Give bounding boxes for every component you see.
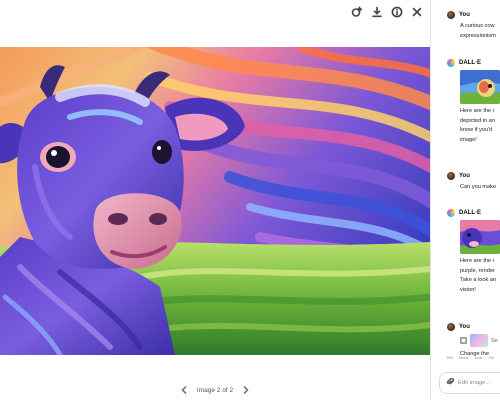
style-suggestions: Pet Stone Dots Fal	[447, 356, 494, 360]
message-line: depicted in an	[460, 117, 495, 124]
selection-attachment[interactable]: Se	[460, 334, 500, 347]
generated-image[interactable]	[0, 47, 430, 355]
sender-name: You	[459, 172, 470, 179]
edit-sparkle-icon[interactable]	[350, 5, 364, 19]
sender-name: DALL·E	[459, 209, 481, 216]
image-thumbnail[interactable]	[460, 70, 500, 104]
style-chip[interactable]: Fal	[488, 356, 493, 360]
message-line: Here are the i	[460, 258, 494, 264]
viewer-toolbar	[350, 4, 424, 20]
style-chip[interactable]: Pet	[447, 356, 453, 360]
edit-image-input[interactable]: Edit image...	[439, 372, 500, 394]
pager-label: Image 2 of 2	[196, 386, 234, 394]
image-thumbnail[interactable]	[460, 220, 500, 254]
composer-placeholder: Edit image...	[458, 380, 491, 386]
chat-side-panel: You A curious cow expressionism DALL·E H…	[430, 0, 500, 400]
dalle-avatar	[447, 208, 455, 217]
chevron-left-icon	[181, 386, 187, 394]
message-text: Here are the i depicted in an know if yo…	[460, 107, 500, 145]
sender-name: You	[459, 323, 470, 330]
user-avatar	[447, 171, 455, 180]
message-line: vision!	[460, 286, 476, 293]
info-icon[interactable]	[390, 5, 404, 19]
chat-message-user: You Can you make	[447, 171, 500, 193]
message-line: Here are the i	[460, 108, 494, 114]
chat-message-assistant: DALL·E Here are the i depicted in an kno…	[447, 58, 500, 145]
message-line: Can you make	[460, 184, 497, 190]
message-line: expressionism	[460, 32, 496, 39]
image-viewer: Image 2 of 2	[0, 0, 430, 400]
attach-icon[interactable]	[446, 377, 455, 388]
message-text: Here are the i purple, render Take a loo…	[460, 257, 500, 295]
sender-name: DALL·E	[459, 59, 481, 66]
style-chip[interactable]: Stone	[459, 356, 469, 360]
close-icon[interactable]	[410, 5, 424, 19]
message-line: A curious cow	[460, 23, 495, 29]
message-line: image!	[460, 136, 477, 143]
selection-icon	[460, 337, 467, 344]
previous-image-button[interactable]	[179, 385, 189, 395]
next-image-button[interactable]	[241, 385, 251, 395]
image-pager: Image 2 of 2	[0, 385, 430, 395]
user-avatar	[447, 322, 455, 331]
message-text: Can you make	[460, 183, 500, 193]
chat-message-user: You Se Change the	[447, 322, 500, 360]
dalle-avatar	[447, 58, 455, 67]
message-line: Take a look an	[460, 277, 497, 283]
attachment-thumbnail	[470, 334, 488, 347]
user-avatar	[447, 10, 455, 19]
download-icon[interactable]	[370, 5, 384, 19]
sender-name: You	[459, 11, 470, 18]
chevron-right-icon	[243, 386, 249, 394]
message-line: know if you'd	[460, 127, 493, 133]
chat-message-user: You A curious cow expressionism	[447, 10, 500, 41]
message-text: A curious cow expressionism	[460, 22, 500, 41]
chat-message-assistant: DALL·E Here are the i purple, render Tak…	[447, 208, 500, 295]
style-chip[interactable]: Dots	[475, 356, 483, 360]
message-line: purple, render	[460, 267, 495, 274]
attachment-label: Se	[491, 337, 498, 344]
